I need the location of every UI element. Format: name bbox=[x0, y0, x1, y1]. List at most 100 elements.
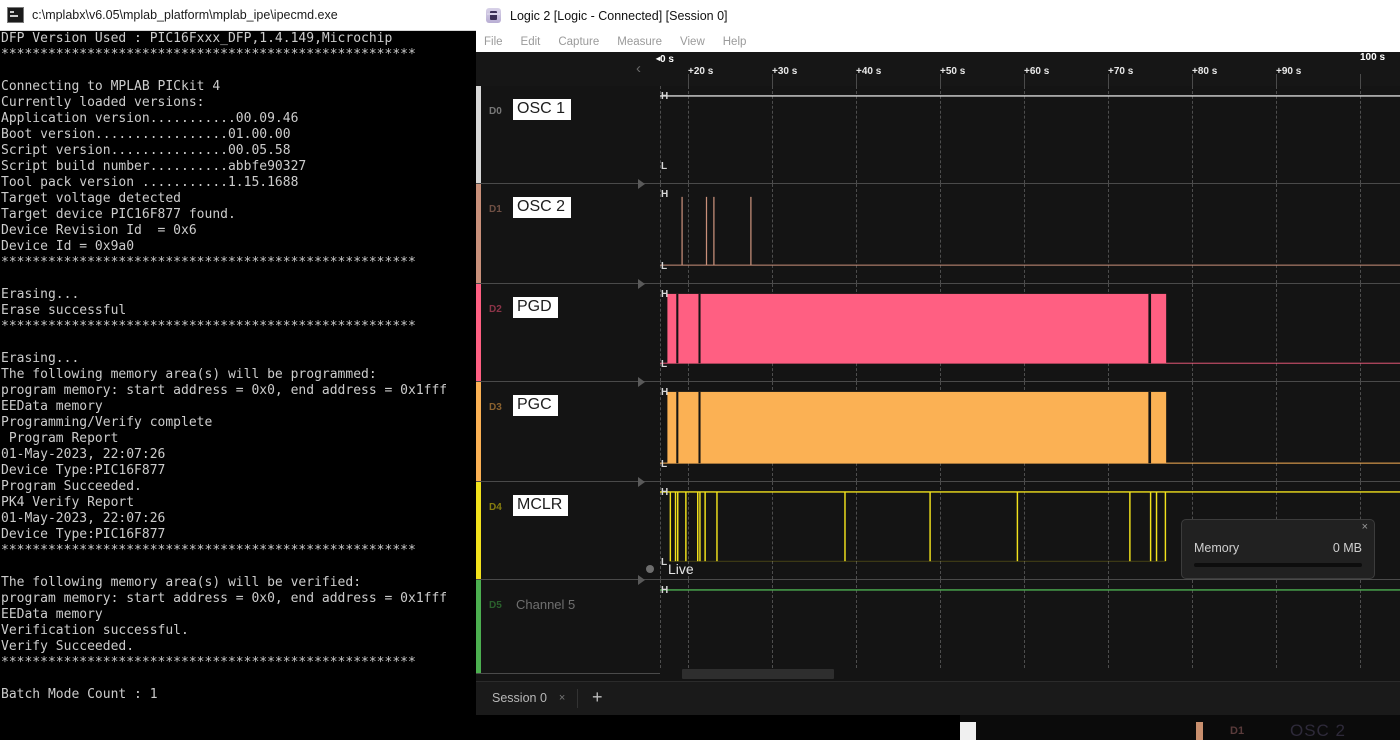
ruler-end-label: 100 s bbox=[1360, 52, 1385, 63]
background-channel-id: D1 bbox=[1230, 725, 1244, 737]
channel-name-input[interactable]: OSC 1 bbox=[513, 99, 571, 120]
console-line bbox=[1, 63, 476, 79]
ruler-tick-label: +80 s bbox=[1192, 66, 1217, 77]
high-level-label: H bbox=[661, 487, 668, 498]
console-line: Device Id = 0x9a0 bbox=[1, 239, 476, 255]
horizontal-scrollbar[interactable] bbox=[660, 668, 1400, 680]
channel-header[interactable]: D0OSC 1 bbox=[476, 86, 660, 183]
console-line: Verify Succeeded. bbox=[1, 639, 476, 655]
session-tab[interactable]: Session 0 × bbox=[492, 691, 565, 705]
channel-id-label: D2 bbox=[489, 304, 502, 315]
waveform-trace bbox=[660, 184, 1400, 283]
channel-waveform[interactable]: H bbox=[660, 580, 1400, 673]
console-line: The following memory area(s) will be pro… bbox=[1, 367, 476, 383]
channel-header[interactable]: D1OSC 2 bbox=[476, 184, 660, 283]
close-icon[interactable]: × bbox=[1362, 521, 1368, 533]
console-line: program memory: start address = 0x0, end… bbox=[1, 591, 476, 607]
console-line: Tool pack version ...........1.15.1688 bbox=[1, 175, 476, 191]
console-bottom-edge bbox=[0, 715, 960, 740]
channel-name-input[interactable]: MCLR bbox=[513, 495, 568, 516]
console-titlebar[interactable]: c:\mplabx\v6.05\mplab_platform\mplab_ipe… bbox=[0, 0, 476, 31]
ruler-tick-label: +70 s bbox=[1108, 66, 1133, 77]
collapse-triangle-icon[interactable] bbox=[638, 477, 645, 487]
channel-header[interactable]: D5 Channel 5 bbox=[476, 580, 660, 673]
channel-row-d1[interactable]: D1OSC 2HL bbox=[476, 184, 1400, 284]
channel-row-d5[interactable]: D5 Channel 5 H bbox=[476, 580, 1400, 674]
high-level-label: H bbox=[661, 387, 668, 398]
logic2-window: Logic 2 [Logic - Connected] [Session 0] … bbox=[476, 0, 1400, 740]
menu-file[interactable]: File bbox=[484, 36, 503, 48]
ruler-tick-label: +20 s bbox=[688, 66, 713, 77]
collapse-triangle-icon[interactable] bbox=[638, 377, 645, 387]
menu-help[interactable]: Help bbox=[723, 36, 747, 48]
console-line: Application version...........00.09.46 bbox=[1, 111, 476, 127]
plus-icon[interactable]: + bbox=[592, 687, 603, 708]
ruler-tick-label: +50 s bbox=[940, 66, 965, 77]
ruler-zero-label: ◂0 s bbox=[656, 54, 674, 65]
low-level-label: L bbox=[661, 261, 667, 272]
ruler-tick-label: +60 s bbox=[1024, 66, 1049, 77]
memory-value: 0 MB bbox=[1333, 541, 1362, 555]
channel-name-input[interactable]: OSC 2 bbox=[513, 197, 571, 218]
ruler-tick-mark bbox=[1192, 74, 1193, 86]
background-swatch bbox=[960, 722, 976, 740]
console-window: c:\mplabx\v6.05\mplab_platform\mplab_ipe… bbox=[0, 0, 476, 740]
menu-edit[interactable]: Edit bbox=[521, 36, 541, 48]
ruler-tick-mark bbox=[940, 74, 941, 86]
console-line: Program Succeeded. bbox=[1, 479, 476, 495]
channel-row-d2[interactable]: D2 PGD HL bbox=[476, 284, 1400, 382]
console-line bbox=[1, 271, 476, 287]
background-channel-name: OSC 2 bbox=[1290, 721, 1346, 740]
channel-header[interactable]: D4 MCLR bbox=[476, 482, 660, 579]
scrollbar-thumb[interactable] bbox=[682, 669, 834, 679]
console-line: DFP Version Used : PIC16Fxxx_DFP,1.4.149… bbox=[1, 31, 476, 47]
session-tab-bar: Session 0 × + bbox=[476, 681, 1400, 719]
ruler-tick-mark bbox=[1024, 74, 1025, 86]
waveform-trace bbox=[660, 284, 1400, 381]
session-tab-label: Session 0 bbox=[492, 691, 547, 705]
channel-row-d3[interactable]: D3 PGC HL bbox=[476, 382, 1400, 482]
background-window-sliver[interactable]: D1 OSC 2 bbox=[960, 715, 1400, 740]
console-line: EEData memory bbox=[1, 399, 476, 415]
console-line: ****************************************… bbox=[1, 319, 476, 335]
channel-name-input[interactable]: Channel 5 bbox=[513, 596, 578, 613]
low-level-label: L bbox=[661, 161, 667, 172]
channel-name-input[interactable]: PGC bbox=[513, 395, 558, 416]
collapse-triangle-icon[interactable] bbox=[638, 179, 645, 189]
waveform-trace bbox=[660, 86, 1400, 183]
console-line: Target device PIC16F877 found. bbox=[1, 207, 476, 223]
console-line: Device Type:PIC16F877 bbox=[1, 527, 476, 543]
channel-id-label: D4 bbox=[489, 502, 502, 513]
collapse-triangle-icon[interactable] bbox=[638, 575, 645, 585]
collapse-triangle-icon[interactable] bbox=[638, 279, 645, 289]
console-line: 01-May-2023, 22:07:26 bbox=[1, 511, 476, 527]
channel-name-input[interactable]: PGD bbox=[513, 297, 558, 318]
console-line: Device Type:PIC16F877 bbox=[1, 463, 476, 479]
channel-row-d0[interactable]: D0OSC 1HL bbox=[476, 86, 1400, 184]
channel-waveform[interactable]: HL bbox=[660, 86, 1400, 183]
ruler-tick-mark bbox=[1276, 74, 1277, 86]
timeline-ruler[interactable]: ‹ ◂0 s +20 s+30 s+40 s+50 s+60 s+70 s+80… bbox=[476, 52, 1400, 87]
channel-waveform[interactable]: HL bbox=[660, 184, 1400, 283]
status-dot-icon bbox=[646, 565, 654, 573]
console-output[interactable]: DFP Version Used : PIC16Fxxx_DFP,1.4.149… bbox=[0, 31, 476, 740]
channel-waveform[interactable]: HL bbox=[660, 284, 1400, 381]
menu-measure[interactable]: Measure bbox=[617, 36, 662, 48]
ruler-tick-label: +30 s bbox=[772, 66, 797, 77]
menu-capture[interactable]: Capture bbox=[558, 36, 599, 48]
close-icon[interactable]: × bbox=[559, 692, 565, 704]
channel-id-label: D5 bbox=[489, 600, 502, 611]
channel-waveform[interactable]: HL bbox=[660, 382, 1400, 481]
console-line: Erasing... bbox=[1, 287, 476, 303]
console-line: EEData memory bbox=[1, 607, 476, 623]
console-line: Erasing... bbox=[1, 351, 476, 367]
console-line: ****************************************… bbox=[1, 543, 476, 559]
channel-id-label: D3 bbox=[489, 402, 502, 413]
chevron-left-icon[interactable]: ‹ bbox=[636, 60, 641, 77]
memory-progress-bar bbox=[1194, 563, 1362, 567]
channel-header[interactable]: D2 PGD bbox=[476, 284, 660, 381]
console-window-title: c:\mplabx\v6.05\mplab_platform\mplab_ipe… bbox=[32, 8, 338, 22]
menu-view[interactable]: View bbox=[680, 36, 705, 48]
logic2-titlebar[interactable]: Logic 2 [Logic - Connected] [Session 0] bbox=[476, 0, 1400, 31]
channel-header[interactable]: D3 PGC bbox=[476, 382, 660, 481]
